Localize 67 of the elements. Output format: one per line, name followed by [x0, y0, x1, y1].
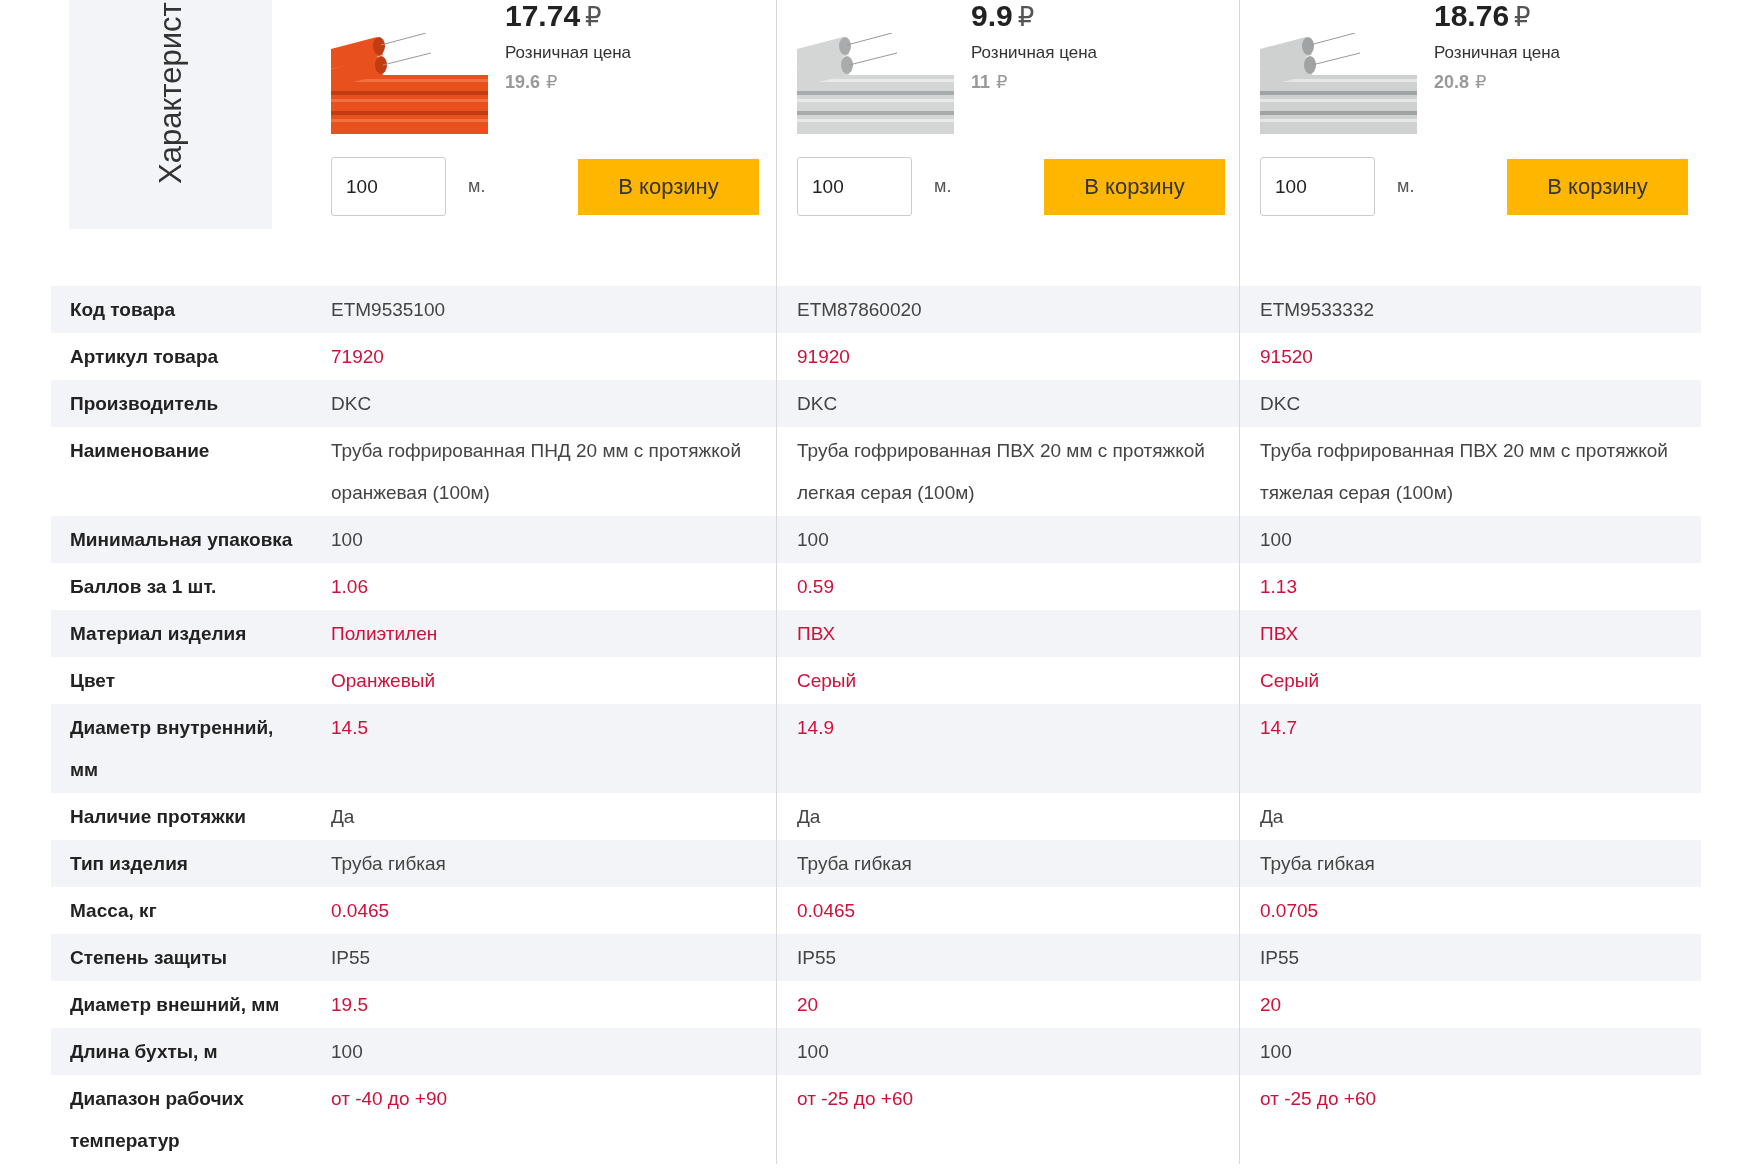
- property-link[interactable]: Оранжевый: [331, 669, 436, 691]
- retail-price-label: Розничная цена: [505, 43, 631, 63]
- property-label: Производитель: [69, 391, 220, 416]
- property-label: Минимальная упаковка: [69, 527, 294, 552]
- property-label: Длина бухты, м: [69, 1039, 219, 1064]
- quantity-field[interactable]: 100: [797, 157, 912, 216]
- property-link[interactable]: 14.9: [797, 716, 834, 738]
- property-link[interactable]: 1.06: [331, 575, 368, 597]
- quantity-field[interactable]: 100: [1260, 157, 1375, 216]
- price: 18.76 ₽: [1434, 0, 1532, 34]
- property-label: Цвет: [69, 668, 116, 693]
- table-cell-text: 100: [330, 1039, 364, 1064]
- property-label: Степень защиты: [69, 945, 229, 970]
- add-to-cart-button[interactable]: В корзину: [578, 158, 759, 215]
- section-title: Характерист: [152, 1, 189, 184]
- property-link[interactable]: 14.7: [1260, 716, 1297, 738]
- property-label: Масса, кг: [69, 898, 158, 923]
- table-cell-text: DKC: [330, 391, 373, 416]
- property-link[interactable]: от -25 до +60: [1260, 1087, 1377, 1109]
- property-link[interactable]: 0.0705: [1260, 899, 1319, 921]
- property-link[interactable]: 20: [797, 993, 819, 1015]
- table-cell-text: Да: [330, 804, 356, 829]
- property-link[interactable]: 14.5: [331, 716, 368, 738]
- property-link[interactable]: 0.0465: [797, 899, 856, 921]
- property-link[interactable]: 71920: [331, 345, 384, 367]
- property-label: Наименование: [69, 438, 211, 463]
- quantity-field[interactable]: 100: [331, 157, 446, 216]
- property-link[interactable]: 0.0465: [331, 899, 390, 921]
- add-to-cart-button[interactable]: В корзину: [1507, 158, 1688, 215]
- price: 17.74 ₽: [505, 0, 603, 34]
- property-label: Диаметр внешний, мм: [69, 992, 281, 1017]
- property-link[interactable]: от -40 до +90: [331, 1087, 448, 1109]
- table-cell-text: Труба гофрированная ПНД 20 мм с протяжкой оранжевая (100м): [330, 438, 743, 505]
- property-link[interactable]: 91520: [1260, 345, 1313, 367]
- table-cell-text: 100: [330, 527, 364, 552]
- property-link[interactable]: 19.5: [331, 993, 368, 1015]
- table-cell-text: IP55: [330, 945, 372, 970]
- unit-label: м.: [468, 176, 486, 197]
- property-link[interactable]: 1.13: [1260, 575, 1297, 597]
- property-label: Артикул товара: [69, 344, 220, 369]
- retail-price: 20.8 ₽: [1434, 71, 1488, 93]
- property-label: Тип изделия: [69, 851, 189, 876]
- property-label: Диапазон рабочих температур: [69, 1086, 245, 1153]
- add-to-cart-button[interactable]: В корзину: [1044, 158, 1225, 215]
- price: 9.9 ₽: [971, 0, 1036, 34]
- property-link[interactable]: Серый: [797, 669, 857, 691]
- property-link[interactable]: 91920: [797, 345, 850, 367]
- property-label: Наличие протяжки: [69, 804, 247, 829]
- property-link[interactable]: от -25 до +60: [797, 1087, 914, 1109]
- retail-price: 11 ₽: [971, 71, 1009, 93]
- property-link[interactable]: ПВХ: [1260, 622, 1299, 644]
- property-label: Баллов за 1 шт.: [69, 574, 218, 599]
- table-cell-text: ETM9535100: [330, 297, 447, 322]
- property-link[interactable]: 0.59: [797, 575, 834, 597]
- property-label: Материал изделия: [69, 621, 248, 646]
- property-label: Диаметр внутренний, мм: [69, 715, 275, 782]
- table-cell-text: Труба гибкая: [330, 851, 447, 876]
- unit-label: м.: [934, 176, 952, 197]
- property-link[interactable]: Серый: [1260, 669, 1320, 691]
- retail-price-label: Розничная цена: [971, 43, 1097, 63]
- property-link[interactable]: Полиэтилен: [331, 622, 438, 644]
- unit-label: м.: [1397, 176, 1415, 197]
- property-link[interactable]: 20: [1260, 993, 1282, 1015]
- retail-price-label: Розничная цена: [1434, 43, 1560, 63]
- retail-price: 19.6 ₽: [505, 71, 559, 93]
- property-label: Код товара: [69, 297, 177, 322]
- property-link[interactable]: ПВХ: [797, 622, 836, 644]
